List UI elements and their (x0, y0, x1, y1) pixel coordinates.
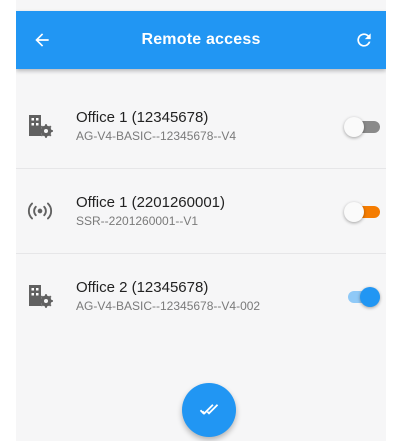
device-id: AG-V4-BASIC--12345678--V4-002 (76, 299, 261, 313)
device-name: Office 2 (12345678) (76, 279, 209, 296)
building-gear-icon (29, 115, 53, 138)
device-icon-container (26, 112, 54, 140)
building-gear-icon (29, 285, 53, 308)
broadcast-icon (27, 202, 53, 220)
access-toggle[interactable] (344, 117, 380, 137)
access-toggle[interactable] (344, 287, 380, 307)
toggle-thumb (360, 287, 380, 307)
device-name: Office 1 (2201260001) (76, 194, 225, 211)
app-screen: Remote access Office 1 (12345678) AG-V4-… (16, 0, 386, 441)
back-button[interactable] (30, 28, 54, 52)
device-icon-container (26, 197, 54, 225)
device-name: Office 1 (12345678) (76, 109, 209, 126)
device-icon-container (26, 282, 54, 310)
confirm-fab-button[interactable] (182, 383, 236, 437)
list-item[interactable]: Office 1 (12345678) AG-V4-BASIC--1234567… (16, 84, 386, 169)
device-text: Office 1 (2201260001) SSR--2201260001--V… (76, 193, 225, 229)
device-text: Office 2 (12345678) AG-V4-BASIC--1234567… (76, 278, 260, 314)
refresh-button[interactable] (352, 28, 376, 52)
page-title: Remote access (141, 31, 261, 48)
list-item[interactable]: Office 1 (2201260001) SSR--2201260001--V… (16, 169, 386, 254)
device-id: SSR--2201260001--V1 (76, 214, 199, 228)
refresh-icon (357, 33, 371, 47)
toggle-thumb (344, 202, 364, 222)
double-check-icon (199, 404, 219, 415)
device-list: Office 1 (12345678) AG-V4-BASIC--1234567… (16, 84, 386, 338)
toggle-thumb (344, 117, 364, 137)
device-text: Office 1 (12345678) AG-V4-BASIC--1234567… (76, 108, 236, 144)
list-item[interactable]: Office 2 (12345678) AG-V4-BASIC--1234567… (16, 254, 386, 338)
top-app-bar: Remote access (16, 11, 386, 69)
device-id: AG-V4-BASIC--12345678--V4 (76, 129, 237, 143)
access-toggle[interactable] (344, 202, 380, 222)
arrow-left-icon (35, 33, 49, 47)
